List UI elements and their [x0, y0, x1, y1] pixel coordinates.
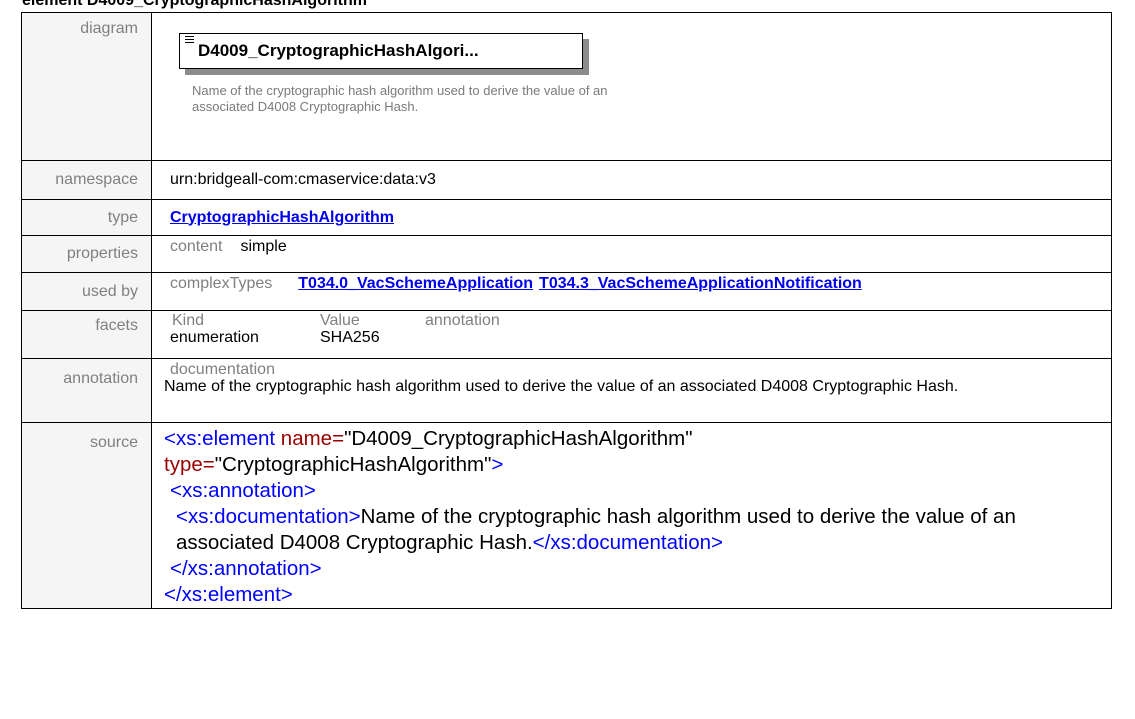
label-diagram: diagram [21, 12, 152, 161]
facets-header-value: Value [320, 312, 360, 329]
label-annotation-text: annotation [63, 370, 138, 387]
type-link[interactable]: CryptographicHashAlgorithm [170, 209, 394, 226]
label-properties: properties [21, 235, 152, 273]
label-namespace: namespace [21, 160, 152, 200]
label-used-by-text: used by [81, 282, 138, 300]
row-properties: properties content simple [21, 235, 1112, 273]
source-line-1: <xs:element name="D4009_CryptographicHas… [164, 426, 1111, 452]
source-line-2: type="CryptographicHashAlgorithm"> [164, 452, 1111, 478]
diagram-element-doc: Name of the cryptographic hash algorithm… [192, 83, 608, 114]
source-close-bracket: > [491, 453, 504, 476]
label-namespace-text: namespace [55, 171, 138, 188]
source-line-6: </xs:element> [164, 582, 1111, 608]
diagram-element-name: D4009_CryptographicHashAlgori... [198, 41, 479, 60]
properties-key: content [170, 238, 223, 255]
row-facets: facets Kind Value annotation enumeration… [21, 310, 1112, 359]
diagram-element-box[interactable]: D4009_CryptographicHashAlgori... [179, 33, 583, 69]
used-by-link-2[interactable]: T034.3_VacSchemeApplicationNotification [539, 275, 862, 293]
label-source-text: source [89, 434, 138, 451]
source-documentation-tag: <xs:documentation> [176, 505, 361, 528]
element-content-icon [185, 36, 194, 45]
namespace-value: urn:bridgeall-com:cmaservice:data:v3 [151, 160, 1112, 200]
label-source: source [21, 422, 152, 609]
annotation-key: documentation [170, 361, 275, 378]
label-type-text: type [107, 208, 138, 226]
used-by-link-1[interactable]: T034.0_VacSchemeApplication [298, 275, 533, 293]
properties-cell: content simple [151, 235, 1112, 273]
facets-annotation [425, 329, 625, 346]
facets-value: SHA256 [320, 329, 380, 346]
label-properties-text: properties [66, 245, 138, 262]
row-namespace: namespace urn:bridgeall-com:cmaservice:d… [21, 160, 1112, 200]
facets-kind: enumeration [170, 329, 259, 346]
source-documentation-end-tag: </xs:documentation> [532, 531, 723, 554]
used-by-key: complexTypes [170, 275, 273, 292]
source-attr-name-value: "D4009_CryptographicHashAlgorithm" [344, 427, 693, 450]
source-code: <xs:element name="D4009_CryptographicHas… [151, 422, 1112, 609]
annotation-cell: documentation Name of the cryptographic … [151, 358, 1112, 423]
facets-table: Kind Value annotation enumeration SHA256 [170, 312, 1111, 346]
row-type: type CryptographicHashAlgorithm [21, 199, 1112, 236]
source-attr-type: type= [164, 453, 215, 476]
page-title: element D4009_CryptographicHashAlgorithm [22, 0, 367, 9]
label-used-by: used by [21, 272, 152, 311]
facets-header-kind: Kind [172, 312, 205, 329]
source-element-tag: <xs:element [164, 427, 276, 450]
type-cell: CryptographicHashAlgorithm [151, 199, 1112, 236]
source-annotation-tag: <xs:annotation> [170, 479, 316, 502]
row-used-by: used by complexTypes T034.0_VacSchemeApp… [21, 272, 1112, 311]
source-element-end-tag: </xs:element> [164, 583, 293, 606]
label-type: type [21, 199, 152, 236]
label-facets-text: facets [95, 317, 138, 334]
annotation-text: Name of the cryptographic hash algorithm… [164, 378, 959, 395]
label-facets: facets [21, 310, 152, 359]
source-line-3: <xs:annotation> [164, 478, 1111, 504]
source-annotation-end-tag: </xs:annotation> [170, 557, 322, 580]
facets-header-annotation: annotation [425, 312, 500, 329]
properties-value: simple [240, 238, 287, 255]
source-attr-type-value: "CryptographicHashAlgorithm" [214, 453, 492, 476]
label-annotation: annotation [21, 358, 152, 423]
label-diagram-text: diagram [80, 20, 138, 37]
row-annotation: annotation documentation Name of the cry… [21, 358, 1112, 423]
source-line-4: <xs:documentation>Name of the cryptograp… [164, 504, 1111, 556]
source-attr-name: name= [275, 427, 345, 450]
source-line-5: </xs:annotation> [164, 556, 1111, 582]
row-source: source <xs:element name="D4009_Cryptogra… [21, 422, 1112, 609]
facets-cell: Kind Value annotation enumeration SHA256 [151, 310, 1112, 359]
used-by-cell: complexTypes T034.0_VacSchemeApplication… [151, 272, 1112, 311]
